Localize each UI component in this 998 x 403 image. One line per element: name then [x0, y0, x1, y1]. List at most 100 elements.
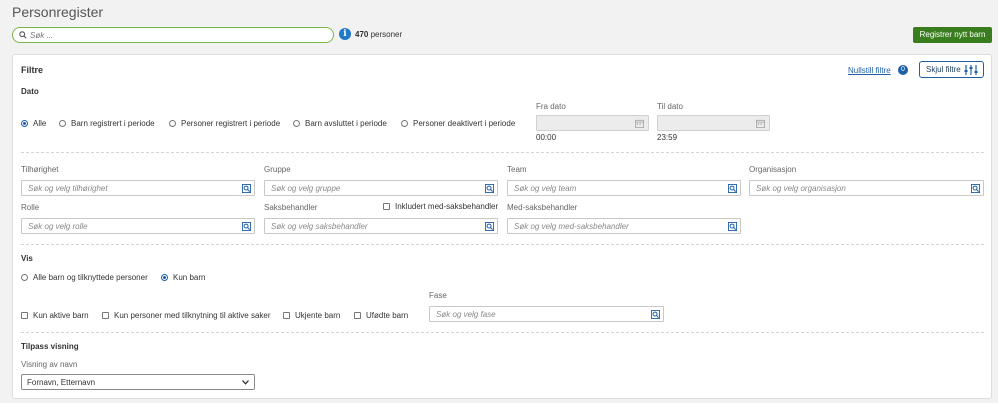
- tilpass-heading: Tilpass visning: [21, 342, 79, 351]
- radio[interactable]: [401, 120, 408, 128]
- search-select-icon: [242, 222, 251, 231]
- sliders-icon: [964, 65, 978, 75]
- date-option-label: Alle: [33, 119, 47, 128]
- tilhorighet-select[interactable]: Søk og velg tilhørighet: [21, 180, 255, 196]
- person-count: 470 personer: [355, 30, 402, 39]
- med-saksbehandler-select[interactable]: Søk og velg med-saksbehandler: [507, 218, 741, 234]
- unborn-children-checkbox[interactable]: Ufødte barn: [354, 311, 408, 320]
- hide-filters-button[interactable]: Skjul filtre: [919, 61, 984, 78]
- checkbox[interactable]: [21, 312, 28, 320]
- name-display-label: Visning av navn: [21, 360, 78, 369]
- saksbehandler-placeholder: Søk og velg saksbehandler: [271, 222, 368, 231]
- search-select-icon: [971, 184, 980, 193]
- date-option-child-ended[interactable]: Barn avsluttet i periode: [293, 119, 387, 128]
- checkbox[interactable]: [383, 203, 390, 211]
- checkbox-label: Ufødte barn: [366, 311, 409, 320]
- tilhorighet-label: Tilhørighet: [21, 165, 59, 174]
- checkbox[interactable]: [283, 312, 290, 320]
- page-title: Personregister: [12, 4, 104, 20]
- rolle-placeholder: Søk og velg rolle: [28, 222, 88, 231]
- search-select-icon: [728, 222, 737, 231]
- checkbox-label: Kun aktive barn: [33, 311, 89, 320]
- gruppe-placeholder: Søk og velg gruppe: [271, 184, 341, 193]
- fase-placeholder: Søk og velg fase: [436, 310, 496, 319]
- tilhorighet-placeholder: Søk og velg tilhørighet: [28, 184, 108, 193]
- date-heading: Dato: [21, 87, 39, 96]
- checkbox-label: Ukjente barn: [295, 311, 341, 320]
- from-time: 00:00: [536, 133, 557, 142]
- radio-selected[interactable]: [21, 120, 28, 128]
- date-option-label: Barn registrert i periode: [71, 119, 155, 128]
- active-cases-checkbox[interactable]: Kun personer med tilknytning til aktive …: [102, 311, 271, 320]
- vis-option-all[interactable]: Alle barn og tilknyttede personer: [21, 273, 148, 282]
- fase-label: Fase: [429, 291, 447, 300]
- only-active-children-checkbox[interactable]: Kun aktive barn: [21, 311, 89, 320]
- date-option-person-deactivated[interactable]: Personer deaktivert i periode: [401, 119, 515, 128]
- saksbehandler-label: Saksbehandler: [264, 203, 318, 212]
- vis-option-children-only[interactable]: Kun barn: [161, 273, 205, 282]
- to-date-field: [657, 115, 770, 131]
- divider: [21, 152, 984, 153]
- vis-option-label: Alle barn og tilknyttede personer: [33, 273, 148, 282]
- date-option-person-registered[interactable]: Personer registrert i periode: [169, 119, 280, 128]
- team-placeholder: Søk og velg team: [514, 184, 577, 193]
- search-select-icon: [242, 184, 251, 193]
- vis-option-label: Kun barn: [173, 273, 206, 282]
- team-select[interactable]: Søk og velg team: [507, 180, 741, 196]
- med-saksbehandler-label: Med-saksbehandler: [507, 203, 578, 212]
- gruppe-label: Gruppe: [264, 165, 291, 174]
- vis-heading: Vis: [21, 254, 33, 263]
- organisasjon-label: Organisasjon: [749, 165, 797, 174]
- checkbox[interactable]: [354, 312, 361, 320]
- rolle-select[interactable]: Søk og velg rolle: [21, 218, 255, 234]
- saksbehandler-select[interactable]: Søk og velg saksbehandler: [264, 218, 498, 234]
- checkbox-label: Kun personer med tilknytning til aktive …: [114, 311, 271, 320]
- search-input[interactable]: [30, 29, 320, 41]
- name-display-value: Fornavn, Etternavn: [27, 378, 96, 387]
- radio[interactable]: [59, 120, 66, 128]
- organisasjon-placeholder: Søk og velg organisasjon: [756, 184, 846, 193]
- search-select-icon: [728, 184, 737, 193]
- rolle-label: Rolle: [21, 203, 40, 212]
- organisasjon-select[interactable]: Søk og velg organisasjon: [749, 180, 984, 196]
- calendar-icon: [635, 119, 644, 128]
- radio-selected[interactable]: [161, 274, 168, 282]
- search-input-wrapper[interactable]: [12, 27, 334, 43]
- fase-select[interactable]: Søk og velg fase: [429, 306, 664, 322]
- date-option-label: Personer deaktivert i periode: [413, 119, 516, 128]
- checkbox[interactable]: [102, 312, 109, 320]
- to-date-label: Til dato: [657, 102, 683, 111]
- search-select-icon: [485, 222, 494, 231]
- info-icon[interactable]: i: [339, 28, 351, 40]
- person-count-unit: personer: [370, 30, 403, 39]
- include-co-caseworker-checkbox[interactable]: Inkludert med-saksbehandler: [383, 202, 498, 211]
- divider: [21, 244, 984, 245]
- from-date-field: [536, 115, 649, 131]
- hide-filters-label: Skjul filtre: [926, 65, 961, 74]
- med-saksbehandler-placeholder: Søk og velg med-saksbehandler: [514, 222, 629, 231]
- person-count-value: 470: [355, 30, 369, 39]
- date-option-label: Barn avsluttet i periode: [305, 119, 387, 128]
- radio[interactable]: [21, 274, 28, 282]
- radio[interactable]: [293, 120, 300, 128]
- unknown-children-checkbox[interactable]: Ukjente barn: [283, 311, 340, 320]
- include-co-caseworker-label: Inkludert med-saksbehandler: [395, 202, 499, 211]
- search-icon: [19, 31, 27, 39]
- active-filter-count-badge: 0: [898, 65, 908, 75]
- name-display-select[interactable]: Fornavn, Etternavn: [21, 374, 255, 390]
- to-time: 23:59: [657, 133, 678, 142]
- gruppe-select[interactable]: Søk og velg gruppe: [264, 180, 498, 196]
- search-select-icon: [485, 184, 494, 193]
- filters-heading: Filtre: [21, 65, 44, 75]
- date-option-child-registered[interactable]: Barn registrert i periode: [59, 119, 155, 128]
- divider: [21, 332, 984, 333]
- team-label: Team: [507, 165, 527, 174]
- calendar-icon: [756, 119, 765, 128]
- chevron-down-icon: [242, 380, 249, 385]
- date-option-all[interactable]: Alle: [21, 119, 46, 128]
- register-child-button[interactable]: Registrer nytt barn: [913, 27, 992, 43]
- reset-filters-link[interactable]: Nullstill filtre: [848, 66, 891, 75]
- search-select-icon: [651, 310, 660, 319]
- radio[interactable]: [169, 120, 176, 128]
- date-option-label: Personer registrert i periode: [181, 119, 281, 128]
